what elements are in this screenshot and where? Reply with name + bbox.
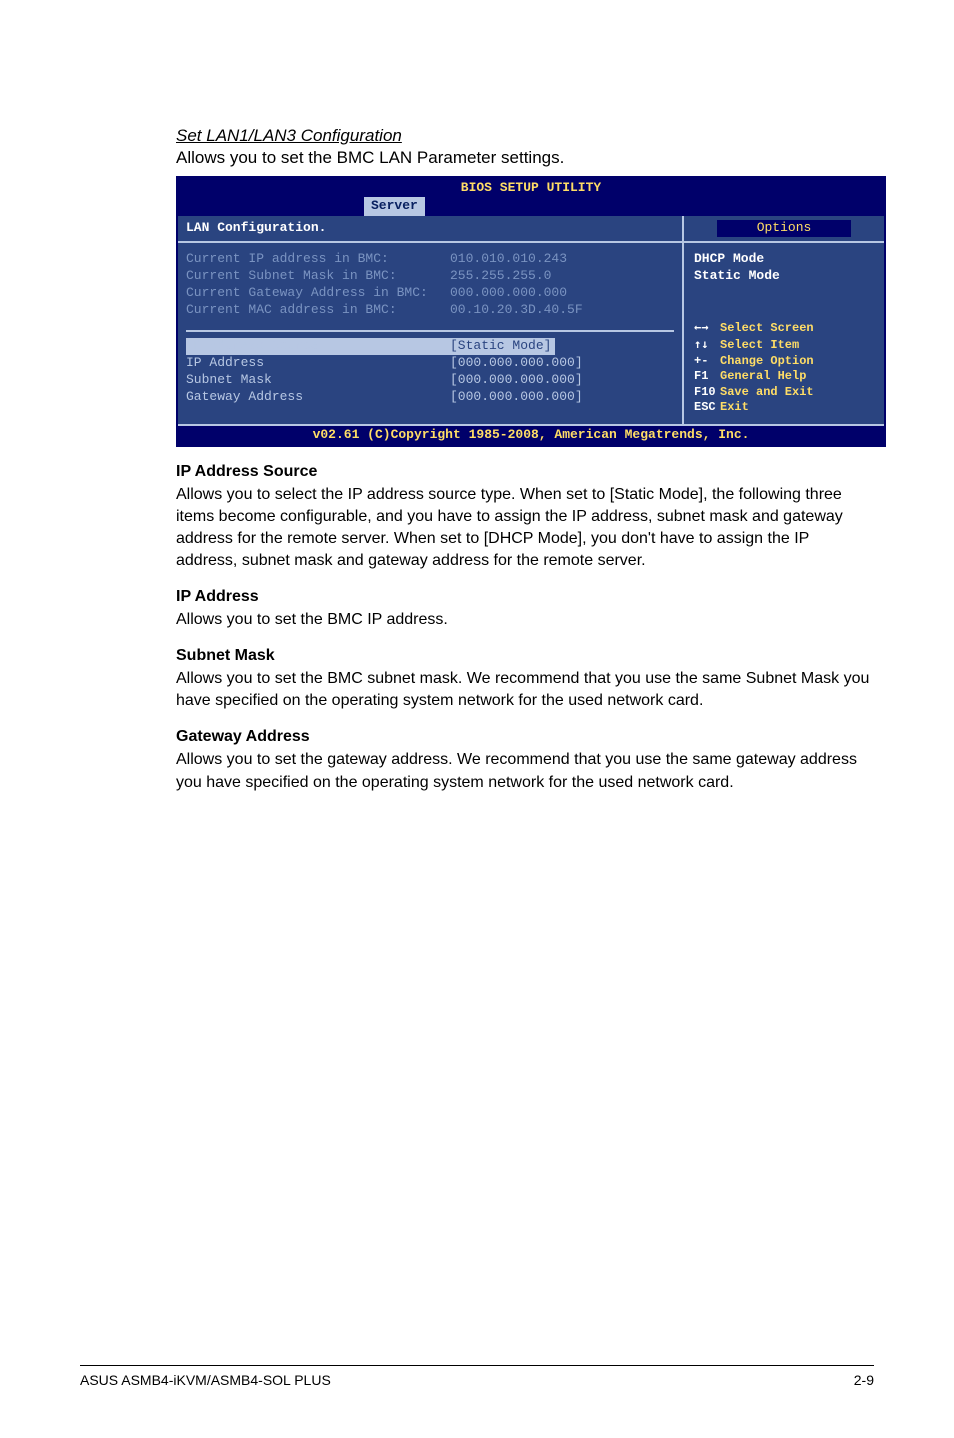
sec-title-ip-source: IP Address Source [176,463,874,481]
ip-address-row[interactable]: IP Address[000.000.000.000] [186,355,674,372]
page-number: 2-9 [854,1372,874,1388]
sec-text-subnet: Allows you to set the BMC subnet mask. W… [176,668,874,712]
footer-product: ASUS ASMB4-iKVM/ASMB4-SOL PLUS [80,1372,331,1388]
intro-text: Allows you to set the BMC LAN Parameter … [176,148,874,168]
bios-tab-server[interactable]: Server [364,197,425,216]
sec-text-gateway: Allows you to set the gateway address. W… [176,749,874,793]
bios-footer: v02.61 (C)Copyright 1985-2008, American … [178,424,884,445]
current-values: Current IP address in BMC:010.010.010.24… [186,251,674,319]
options-header: Options [682,216,884,241]
bios-utility: BIOS SETUP UTILITY Server LAN Configurat… [176,176,886,447]
subnet-mask-row[interactable]: Subnet Mask[000.000.000.000] [186,372,674,389]
sec-title-ip-address: IP Address [176,588,874,606]
help-keys: ←→Select Screen ↑↓Select Item +-Change O… [694,320,876,416]
sec-title-subnet: Subnet Mask [176,647,874,665]
gateway-address-row[interactable]: Gateway Address[000.000.000.000] [186,389,674,406]
option-static[interactable]: Static Mode [694,268,876,285]
options-list: DHCP Mode Static Mode [694,251,876,285]
divider [186,330,674,332]
lan-configuration-header: LAN Configuration. [178,216,682,241]
option-dhcp[interactable]: DHCP Mode [694,251,876,268]
ip-address-source-row[interactable]: IP Address Source[Static Mode] [186,338,674,355]
sec-text-ip-address: Allows you to set the BMC IP address. [176,609,874,631]
page-footer: ASUS ASMB4-iKVM/ASMB4-SOL PLUS 2-9 [80,1365,874,1388]
sec-text-ip-source: Allows you to select the IP address sour… [176,484,874,572]
sec-title-gateway: Gateway Address [176,728,874,746]
config-rows: IP Address Source[Static Mode] IP Addres… [186,338,674,406]
bios-title: BIOS SETUP UTILITY [461,178,601,197]
section-heading: Set LAN1/LAN3 Configuration [176,126,874,146]
